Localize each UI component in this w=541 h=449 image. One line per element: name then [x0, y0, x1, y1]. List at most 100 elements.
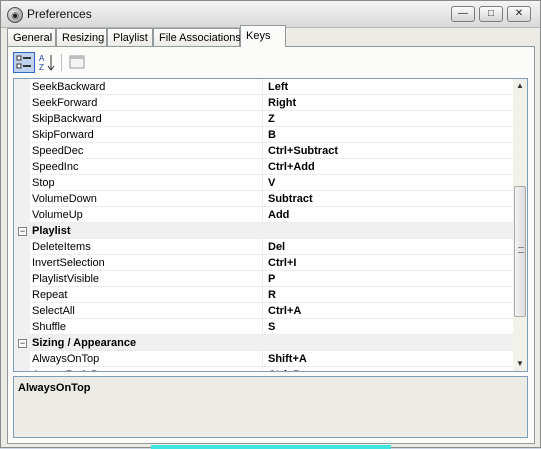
column-divider[interactable]	[262, 79, 263, 95]
property-row[interactable]: InvertSelection Ctrl+I	[14, 255, 513, 271]
property-value[interactable]: Z	[268, 113, 275, 125]
property-row[interactable]: SeekBackward Left	[14, 79, 513, 95]
row-gutter	[14, 127, 30, 143]
property-row[interactable]: Shuffle S	[14, 319, 513, 335]
minimize-button[interactable]: —	[451, 6, 475, 22]
property-value[interactable]: R	[268, 289, 276, 301]
column-divider[interactable]	[262, 191, 263, 207]
row-gutter	[14, 159, 30, 175]
property-name: VolumeUp	[32, 209, 83, 221]
column-divider[interactable]	[262, 367, 263, 371]
category-row[interactable]: − Playlist	[14, 223, 513, 239]
keys-panel: A Z SeekBackward Left SeekForward Right Skip…	[7, 46, 535, 444]
column-divider[interactable]	[262, 319, 263, 335]
property-row[interactable]: SpeedDec Ctrl+Subtract	[14, 143, 513, 159]
close-button[interactable]: ✕	[507, 6, 531, 22]
property-value[interactable]: Shift+A	[268, 353, 307, 365]
column-divider[interactable]	[262, 159, 263, 175]
column-divider[interactable]	[262, 239, 263, 255]
property-value[interactable]: Ctrl+D	[268, 369, 301, 371]
column-divider[interactable]	[262, 255, 263, 271]
property-value[interactable]: Ctrl+Add	[268, 161, 315, 173]
category-name: Playlist	[32, 225, 71, 237]
property-row[interactable]: VolumeDown Subtract	[14, 191, 513, 207]
toolbar-separator	[61, 54, 62, 71]
column-divider[interactable]	[262, 143, 263, 159]
property-pages-button[interactable]	[67, 52, 89, 73]
row-gutter	[14, 95, 30, 111]
categorized-icon	[16, 55, 31, 69]
property-value[interactable]: V	[268, 177, 275, 189]
column-divider[interactable]	[262, 207, 263, 223]
tab-playlist[interactable]: Playlist	[107, 28, 153, 46]
property-value[interactable]: Ctrl+Subtract	[268, 145, 338, 157]
scroll-down-arrow-icon[interactable]: ▼	[513, 357, 527, 371]
property-name: Repeat	[32, 289, 68, 301]
column-divider[interactable]	[262, 175, 263, 191]
tab-general[interactable]: General	[7, 28, 56, 46]
property-value[interactable]: Ctrl+A	[268, 305, 301, 317]
property-row[interactable]: SelectAll Ctrl+A	[14, 303, 513, 319]
property-grid-rows: SeekBackward Left SeekForward Right SkipBack…	[14, 79, 513, 371]
property-value[interactable]: Ctrl+I	[268, 257, 296, 269]
maximize-button[interactable]: □	[479, 6, 503, 22]
column-divider[interactable]	[262, 95, 263, 111]
property-value[interactable]: Subtract	[268, 193, 313, 205]
property-row[interactable]: VolumeUp Add	[14, 207, 513, 223]
row-gutter	[14, 303, 30, 319]
category-row[interactable]: − Sizing / Appearance	[14, 335, 513, 351]
property-value[interactable]: Add	[268, 209, 289, 221]
window-title: Preferences	[27, 7, 92, 21]
column-divider[interactable]	[262, 303, 263, 319]
row-gutter	[14, 255, 30, 271]
tab-keys[interactable]: Keys	[240, 25, 286, 47]
property-name: SpeedInc	[32, 161, 79, 173]
preferences-window: ◉ Preferences — □ ✕ General Resizing Pla…	[0, 0, 541, 449]
property-grid: SeekBackward Left SeekForward Right SkipBack…	[13, 78, 528, 372]
property-row[interactable]: SpeedInc Ctrl+Add	[14, 159, 513, 175]
property-row[interactable]: SeekForward Right	[14, 95, 513, 111]
row-gutter	[14, 271, 30, 287]
property-row[interactable]: SkipBackward Z	[14, 111, 513, 127]
row-gutter	[14, 175, 30, 191]
column-divider[interactable]	[262, 271, 263, 287]
category-name: Sizing / Appearance	[32, 337, 137, 349]
property-row[interactable]: Stop V	[14, 175, 513, 191]
column-divider[interactable]	[262, 351, 263, 367]
row-gutter	[14, 367, 30, 371]
property-name: DeleteItems	[32, 241, 91, 253]
svg-text:A: A	[39, 54, 45, 63]
column-divider[interactable]	[262, 287, 263, 303]
property-value[interactable]: B	[268, 129, 276, 141]
column-divider[interactable]	[262, 127, 263, 143]
property-row[interactable]: Repeat R	[14, 287, 513, 303]
property-row[interactable]: DeleteItems Del	[14, 239, 513, 255]
property-name: AlwaysOnTop	[32, 353, 100, 365]
property-pages-icon	[69, 55, 85, 69]
property-row[interactable]: AlwaysOnTop Shift+A	[14, 351, 513, 367]
property-row[interactable]: SkipForward B	[14, 127, 513, 143]
property-value[interactable]: Del	[268, 241, 285, 253]
scroll-thumb[interactable]	[514, 186, 526, 317]
sort-az-icon: A Z	[39, 54, 55, 72]
title-bar[interactable]: ◉ Preferences — □ ✕	[1, 1, 540, 28]
property-row[interactable]: PlaylistVisible P	[14, 271, 513, 287]
row-gutter	[14, 351, 30, 367]
column-divider[interactable]	[262, 111, 263, 127]
vertical-scrollbar[interactable]: ▲ ▼	[513, 79, 527, 371]
alphabetical-button[interactable]: A Z	[37, 52, 59, 73]
property-value[interactable]: Left	[268, 81, 288, 93]
categorized-button[interactable]	[13, 52, 35, 73]
row-gutter	[14, 191, 30, 207]
collapse-toggle-icon[interactable]: −	[18, 339, 27, 348]
property-name: SpeedDec	[32, 145, 84, 157]
property-value[interactable]: Right	[268, 97, 296, 109]
tab-file-associations[interactable]: File Associations	[153, 28, 241, 46]
tab-resizing[interactable]: Resizing	[56, 28, 107, 46]
property-value[interactable]: S	[268, 321, 275, 333]
property-row[interactable]: AspectRatioDown Ctrl+D	[14, 367, 513, 371]
property-value[interactable]: P	[268, 273, 275, 285]
collapse-toggle-icon[interactable]: −	[18, 227, 27, 236]
property-name: InvertSelection	[32, 257, 105, 269]
scroll-up-arrow-icon[interactable]: ▲	[513, 79, 527, 93]
